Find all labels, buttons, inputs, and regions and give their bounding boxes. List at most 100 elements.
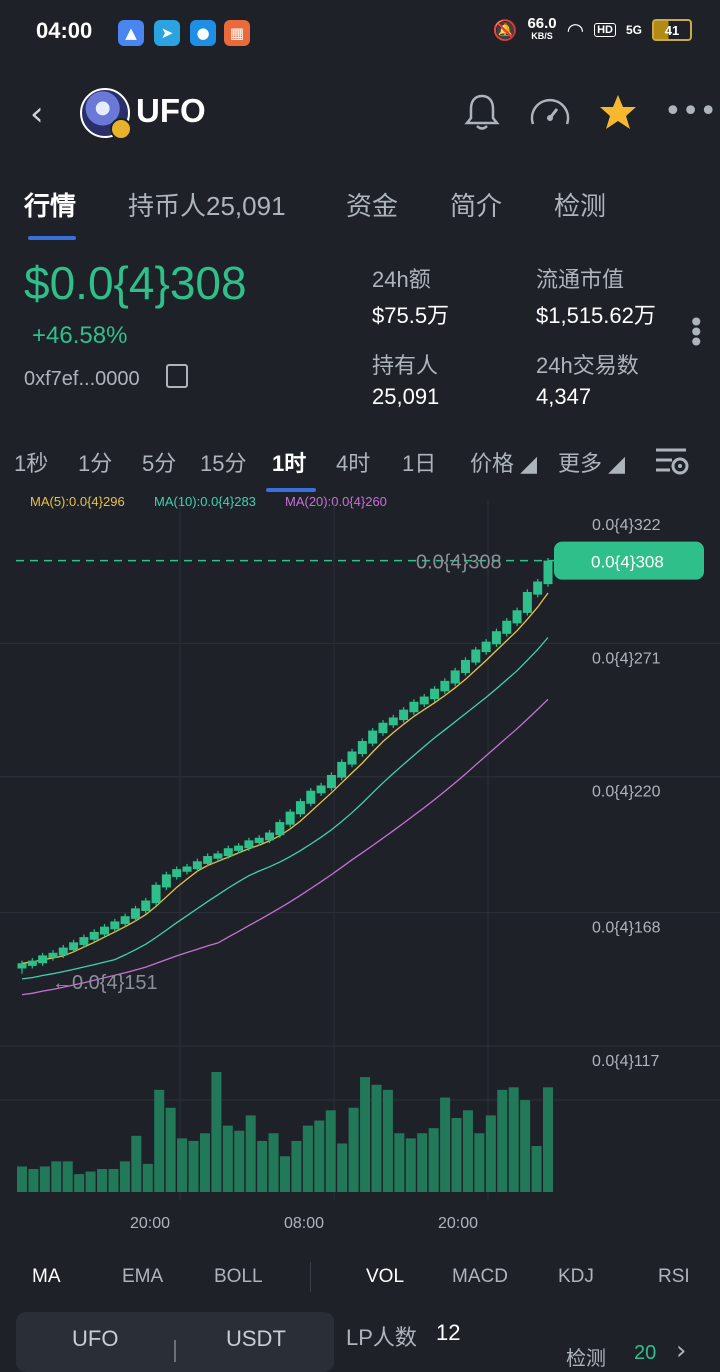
tab-intro[interactable]: 简介 [450, 186, 502, 223]
candle [419, 696, 429, 705]
copy-icon[interactable] [166, 364, 188, 388]
candle [533, 581, 543, 595]
tab-holders[interactable]: 持币人25,091 [128, 186, 286, 223]
candle [295, 801, 305, 815]
volume-bar [520, 1100, 531, 1192]
tab-market[interactable]: 行情 [24, 186, 76, 223]
volume-bar [337, 1143, 348, 1192]
indicator-vol[interactable]: VOL [366, 1266, 404, 1288]
telegram-icon: ➤ [154, 20, 180, 46]
volume-bars [17, 1072, 553, 1192]
volume-bar [314, 1120, 325, 1192]
candle [275, 822, 285, 836]
candle [213, 853, 223, 859]
volume-bar [382, 1089, 393, 1192]
timeframe-5m[interactable]: 5分 [142, 446, 176, 478]
chart-settings-icon[interactable] [654, 444, 690, 476]
pair-base-button[interactable]: UFO [72, 1326, 118, 1352]
stat-label-trades: 24h交易数 [536, 353, 639, 378]
volume-bar [234, 1130, 245, 1192]
candle [120, 916, 130, 925]
candle [244, 840, 254, 849]
candle [357, 741, 367, 755]
indicator-kdj[interactable]: KDJ [558, 1266, 594, 1288]
stat-label-holders: 持有人 [372, 353, 439, 378]
signal-icon: 5G [625, 23, 642, 37]
volume-bar [462, 1110, 473, 1192]
volume-bar [199, 1133, 210, 1192]
candle [409, 701, 419, 713]
back-icon[interactable]: ‹ [30, 94, 44, 134]
candle [161, 874, 171, 888]
candle [326, 775, 336, 789]
volume-bar [85, 1171, 96, 1192]
indicator-ema[interactable]: EMA [122, 1266, 163, 1288]
tab-detect[interactable]: 检测 [554, 186, 606, 223]
timeframe-4h[interactable]: 4时 [336, 446, 370, 478]
status-time: 04:00 [36, 18, 93, 43]
candle [285, 811, 295, 825]
net-speed: 66.0 KB/S [527, 15, 557, 42]
candle [100, 926, 110, 935]
candle [69, 942, 79, 951]
volume-bar [451, 1117, 462, 1192]
pair-separator [174, 1340, 176, 1362]
net-speed-value: 66.0 [527, 15, 557, 32]
candle [254, 837, 264, 843]
bell-icon[interactable] [464, 92, 500, 132]
candle [481, 641, 491, 653]
detect-label[interactable]: 检测 [566, 1342, 606, 1371]
timeframe-1h[interactable]: 1时 [272, 446, 306, 478]
timeframe-underline [266, 488, 316, 492]
candle [337, 761, 347, 778]
candle [502, 620, 512, 634]
wifi-icon: ◠ [566, 18, 585, 42]
speedometer-icon[interactable] [528, 94, 572, 134]
stat-value-volume: $75.5万 [372, 303, 450, 328]
lp-label: LP人数 [346, 1325, 417, 1350]
candle [512, 610, 522, 624]
stat-value-holders: 25,091 [372, 384, 440, 409]
stats-more-icon[interactable]: • • • [688, 309, 705, 357]
indicator-ma[interactable]: MA [32, 1266, 61, 1288]
volume-bar [428, 1128, 439, 1192]
candle [471, 649, 481, 663]
volume-bar [257, 1140, 268, 1192]
more-timeframes-dropdown[interactable]: 更多 ◢ [558, 446, 625, 478]
y-tick-label: 0.0{4}322 [592, 517, 661, 534]
candle [450, 670, 460, 684]
candle [223, 848, 233, 857]
candle [368, 730, 378, 744]
indicator-rsi[interactable]: RSI [658, 1266, 690, 1288]
chevron-right-icon[interactable]: › [676, 1336, 686, 1366]
volume-bar [108, 1169, 119, 1192]
timeframe-1s[interactable]: 1秒 [14, 446, 48, 478]
volume-bar [497, 1089, 508, 1192]
candlestick-chart[interactable]: 0.0{4}322 0.0{4}271 0.0{4}220 0.0{4}168 0.0{… [0, 500, 720, 1240]
star-icon[interactable] [598, 92, 638, 132]
pair-quote-button[interactable]: USDT [226, 1326, 286, 1352]
tab-funds[interactable]: 资金 [346, 186, 398, 223]
indicator-macd[interactable]: MACD [452, 1266, 508, 1288]
qq-icon: ● [190, 20, 216, 46]
candle [79, 937, 89, 945]
volume-bar [17, 1166, 27, 1192]
volume-bar [485, 1115, 496, 1192]
timeframe-1m[interactable]: 1分 [78, 446, 112, 478]
status-icons: 🔕 66.0 KB/S ◠ HD 5G 41 [493, 15, 692, 42]
current-price: $0.0{4}308 [24, 257, 247, 309]
candle [316, 785, 326, 794]
indicator-boll[interactable]: BOLL [214, 1266, 263, 1288]
candle [265, 832, 275, 841]
timeframe-1d[interactable]: 1日 [402, 446, 436, 478]
chart-labels: 0.0{4}322 0.0{4}271 0.0{4}220 0.0{4}168 0.0{… [16, 517, 704, 1232]
token-name: UFO [136, 92, 206, 129]
volume-bar [74, 1174, 85, 1192]
detect-value[interactable]: 20 [634, 1342, 656, 1365]
timeframe-15m[interactable]: 15分 [200, 446, 246, 478]
y-tick-label: 0.0{4}117 [592, 1053, 659, 1070]
price-type-dropdown[interactable]: 价格 ◢ [470, 446, 537, 478]
more-icon[interactable]: ••• [664, 94, 717, 129]
indicator-divider [310, 1262, 311, 1292]
candle [203, 856, 213, 864]
